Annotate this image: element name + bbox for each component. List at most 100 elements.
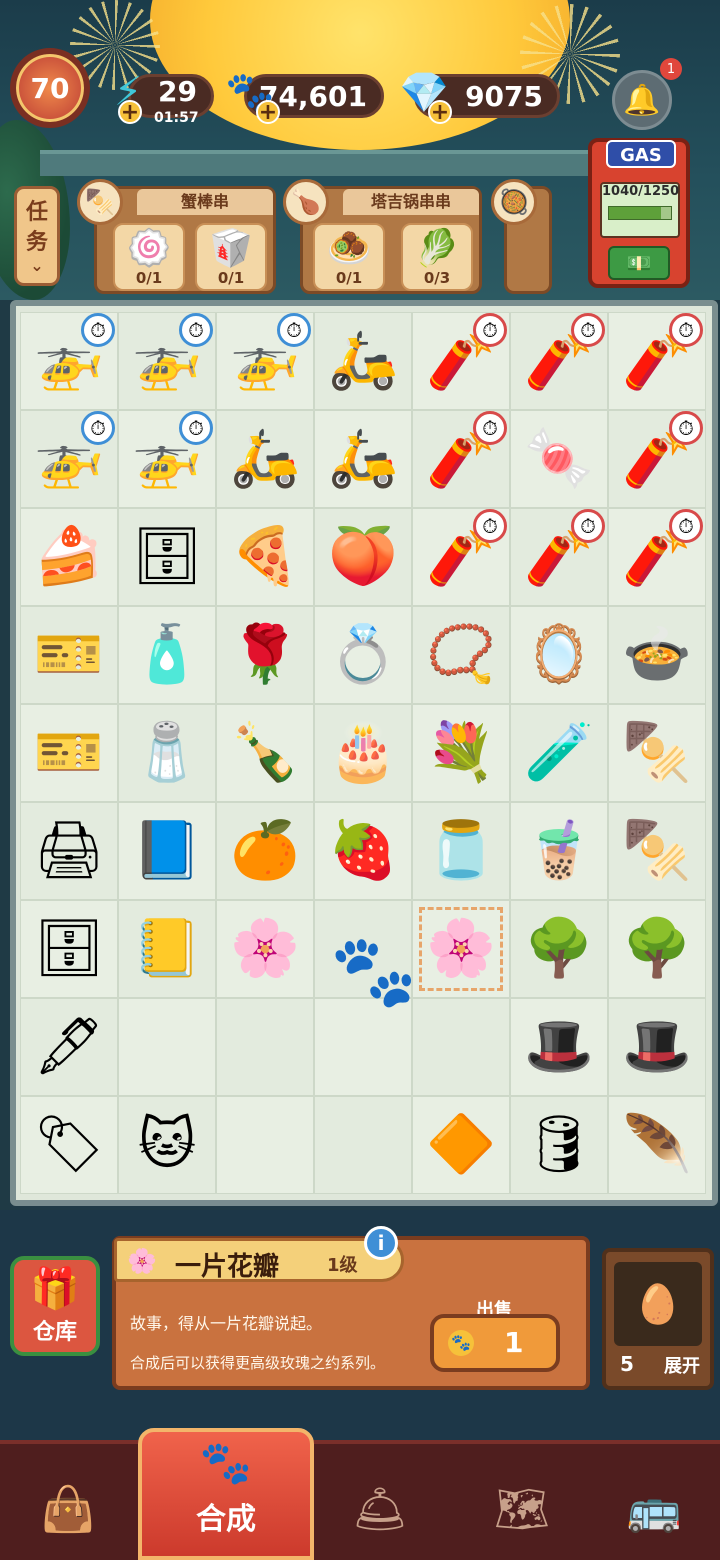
sell-price: 1 [504,1326,524,1359]
board-item[interactable]: 🧋 [510,802,608,900]
timer-icon: ⏱ [179,313,213,347]
board-item[interactable]: 🎫 [20,704,118,802]
board-item[interactable]: 🔶 [412,1096,510,1194]
warehouse-button[interactable]: 🎁 仓库 [10,1256,100,1356]
sell-button[interactable]: 🐾 1 [430,1314,560,1372]
board-item[interactable]: 🪶 [608,1096,706,1194]
board-item[interactable]: 🌹 [216,606,314,704]
board-item[interactable]: 📿 [412,606,510,704]
board-item[interactable]: 🛵 [314,312,412,410]
add-coins-button[interactable]: + [256,100,280,125]
board-item[interactable]: 🍾 [216,704,314,802]
board-item[interactable]: 🌳 [608,900,706,998]
board-item[interactable]: 🧨 ⏱ [608,312,706,410]
order-slot: 🧆 0/1 [313,223,385,291]
board-item[interactable]: 🚁 ⏱ [118,410,216,508]
nav-merge-tab[interactable]: 🐾 合成 [138,1428,314,1560]
gas-level-fill [609,207,661,219]
cake-roll-icon: 🍥 [126,228,172,269]
board-item[interactable]: 🚁 ⏱ [20,410,118,508]
add-energy-button[interactable]: + [118,100,142,125]
add-gems-button[interactable]: + [428,100,452,125]
nav-restaurant-button[interactable]: 🛎 [330,1464,430,1554]
item-level: 1级 [327,1255,358,1276]
board-item[interactable]: 🚁 ⏱ [118,312,216,410]
nav-shop-button[interactable]: 👜 [18,1464,118,1554]
board-item[interactable]: 🌸 [216,900,314,998]
board-item[interactable]: 🍢 [608,704,706,802]
nav-bus-button[interactable]: 🚌 [604,1464,704,1554]
order-slot: 🥡 0/1 [195,223,267,291]
nav-map-button[interactable]: 🗺 [472,1464,572,1554]
board-item[interactable]: 🍰 [20,508,118,606]
board-item[interactable]: 🍓 [314,802,412,900]
board-item[interactable]: 🧪 [510,704,608,802]
board-item[interactable]: 🖨 [20,802,118,900]
order-card[interactable]: 蟹棒串 🍢 🍥 0/1 🥡 0/1 [77,179,276,294]
board-cell-empty[interactable] [314,1096,412,1194]
order-slot: 🍥 0/1 [113,223,185,291]
board-item[interactable]: 🍑 [314,508,412,606]
gas-station[interactable]: GAS 1040/1250 💵 [588,138,690,288]
board-item[interactable]: 🧨 ⏱ [412,410,510,508]
expand-button[interactable]: 🥚 5 展开 [602,1248,714,1390]
board-cell-empty[interactable] [216,998,314,1096]
board-item[interactable]: 🗄 [118,508,216,606]
merge-board: 🚁 ⏱ 🚁 ⏱ 🚁 ⏱ 🛵 🧨 ⏱ 🧨 ⏱ 🧨 ⏱ 🚁 ⏱ 🚁 ⏱ 🛵 🛵 🧨 ⏱ 🍬 🧨 ⏱ 🍰 🗄 🍕 🍑 🧨 ⏱ 🧨 ⏱ 🧨 ⏱ 🎫 🧴 🌹 💍 📿 🪞… [10,300,718,1206]
board-item[interactable]: 🌸 [412,900,510,998]
order-title: 塔吉锅串串 [343,189,479,215]
notification-button[interactable]: 🔔 [612,70,672,130]
gas-refill-button[interactable]: 💵 [608,246,670,280]
board-item[interactable]: 📒 [118,900,216,998]
board-item[interactable]: 🍬 [510,410,608,508]
board-item[interactable]: 🚁 ⏱ [216,312,314,410]
board-cell-empty[interactable] [216,1096,314,1194]
board-item[interactable]: 🎂 [314,704,412,802]
board-item[interactable]: 🧨 ⏱ [608,410,706,508]
board-item[interactable]: 🫙 [412,802,510,900]
board-item[interactable]: 💐 [412,704,510,802]
board-item[interactable]: 🧨 ⏱ [412,312,510,410]
board-item[interactable]: 🗄 [20,900,118,998]
board-item[interactable]: 🍊 [216,802,314,900]
tasks-tab[interactable]: 任 务 ⌄ [14,186,60,286]
board-item[interactable]: 🎩 [510,998,608,1096]
board-item[interactable]: 🧴 [118,606,216,704]
order-card-partial[interactable]: 🥘 [491,179,552,294]
board-item[interactable]: 🖋 [20,998,118,1096]
board-item[interactable]: 💍 [314,606,412,704]
board-item[interactable]: 🛢 [510,1096,608,1194]
board-item[interactable]: 🧨 ⏱ [412,508,510,606]
board-cell-empty[interactable] [412,998,510,1096]
board-item[interactable]: 🐱 [118,1096,216,1194]
board-item[interactable]: 🚁 ⏱ [20,312,118,410]
board-item[interactable]: 🌳 [510,900,608,998]
board-item[interactable]: 🧨 ⏱ [510,508,608,606]
player-level-badge[interactable]: 70 [10,48,90,128]
board-item[interactable]: 🪞 [510,606,608,704]
board-item[interactable]: 🛵 [314,410,412,508]
board-item[interactable]: 🧨 ⏱ [608,508,706,606]
item-info-button[interactable]: i [364,1226,398,1260]
board-item[interactable]: 🍕 [216,508,314,606]
board-cell-empty[interactable] [314,900,412,998]
board-item[interactable]: 🍲 [608,606,706,704]
tasks-tab-label-2: 务 [25,230,48,255]
tasks-tab-label-1: 任 [25,200,48,225]
cabbage-icon: 🥬 [414,228,460,269]
board-item[interactable]: 📘 [118,802,216,900]
board-item[interactable]: 🎫 [20,606,118,704]
item-name: 一片花瓣 [175,1252,280,1282]
order-card[interactable]: 塔吉锅串串 🍗 🧆 0/1 🥬 0/3 [283,179,482,294]
petal-icon: 🌸 [127,1247,157,1275]
timer-icon: ⏱ [669,411,703,445]
board-item[interactable]: 🏷 [20,1096,118,1194]
board-item[interactable]: 🧂 [118,704,216,802]
board-item[interactable]: 🎩 [608,998,706,1096]
board-cell-empty[interactable] [314,998,412,1096]
gas-label: GAS [606,140,676,168]
board-cell-empty[interactable] [118,998,216,1096]
board-item[interactable]: 🍢 [608,802,706,900]
board-item[interactable]: 🛵 [216,410,314,508]
board-item[interactable]: 🧨 ⏱ [510,312,608,410]
